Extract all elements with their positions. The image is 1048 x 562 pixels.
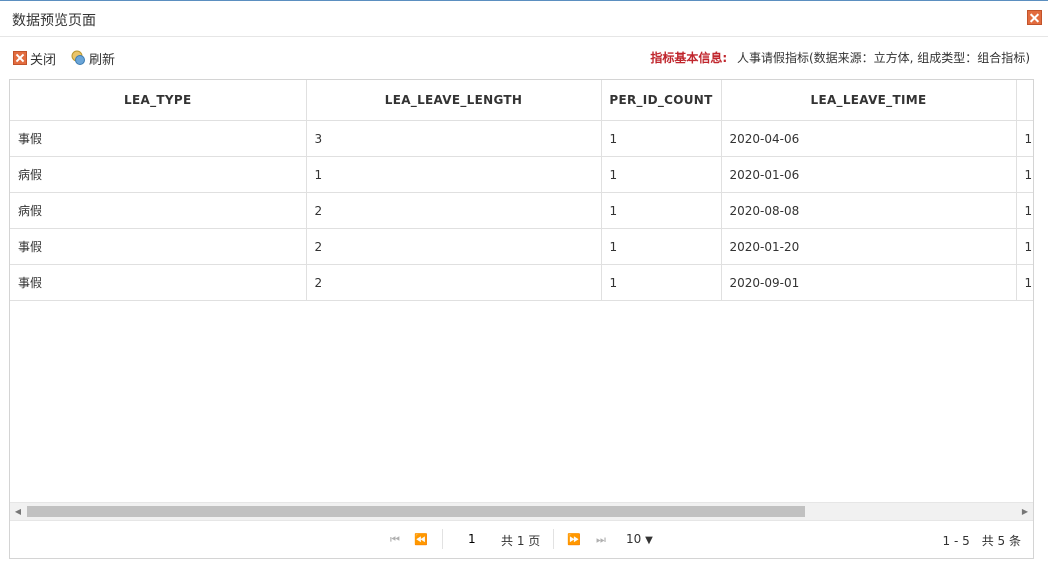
last-page-icon[interactable]: ⏭: [594, 534, 608, 546]
table-cell: 1: [601, 228, 722, 265]
total-pages: 共 1 页: [501, 534, 541, 548]
table-cell: 事假: [10, 264, 307, 301]
table-row[interactable]: 事假 2 1 2020-09-01 1(: [10, 264, 1033, 301]
column-header[interactable]: LEA_TYPE: [10, 80, 307, 121]
table-cell: 1: [601, 192, 722, 229]
table-cell: 1: [601, 120, 722, 157]
column-header[interactable]: LEA_LEAVE_TIME: [721, 80, 1017, 121]
page-size-select[interactable]: 10 ▼: [626, 532, 653, 546]
table-cell: 事假: [10, 228, 307, 265]
table-cell: 2020-08-08: [721, 192, 1017, 229]
data-table: LEA_TYPE LEA_LEAVE_LENGTH PER_ID_COUNT L…: [10, 80, 1033, 301]
table-row[interactable]: 病假 2 1 2020-08-08 1(: [10, 192, 1033, 229]
scroll-left-icon[interactable]: ◀: [13, 506, 23, 517]
table-cell: 1(: [1016, 120, 1033, 157]
window-close-icon[interactable]: [1027, 10, 1042, 25]
table-cell: 3: [306, 120, 602, 157]
table-cell: 2020-04-06: [721, 120, 1017, 157]
refresh-button[interactable]: 刷新: [70, 49, 116, 68]
header-row: LEA_TYPE LEA_LEAVE_LENGTH PER_ID_COUNT L…: [10, 80, 1033, 121]
table-cell: 1: [306, 156, 602, 193]
table-cell: 2020-01-20: [721, 228, 1017, 265]
refresh-button-label: 刷新: [89, 52, 116, 68]
window-titlebar: 数据预览页面: [0, 0, 1048, 37]
table-cell: 病假: [10, 192, 307, 229]
refresh-icon: [71, 50, 85, 65]
column-header[interactable]: PER_ID_COUNT: [601, 80, 722, 121]
scrollbar-thumb[interactable]: [27, 506, 805, 517]
pager-divider: [442, 529, 443, 549]
pagination-bar: ⏮ ⏪ 共 1 页 ⏩ ⏭ 10 ▼ 1 - 5 共 5 条: [10, 520, 1033, 558]
indicator-info: 指标基本信息: 人事请假指标(数据来源：立方体, 组成类型：组合指标): [650, 49, 1030, 66]
table-cell: 事假: [10, 120, 307, 157]
horizontal-scrollbar[interactable]: ◀ ▶: [10, 502, 1033, 520]
table-cell: 2020-01-06: [721, 156, 1017, 193]
table-cell: 2: [306, 192, 602, 229]
table-cell: 1(: [1016, 228, 1033, 265]
prev-page-icon[interactable]: ⏪: [414, 534, 428, 546]
close-button[interactable]: 关闭: [13, 49, 57, 68]
table-cell: 1: [601, 156, 722, 193]
table-row[interactable]: 事假 2 1 2020-01-20 1(: [10, 228, 1033, 265]
data-grid: LEA_TYPE LEA_LEAVE_LENGTH PER_ID_COUNT L…: [9, 79, 1034, 559]
table-row[interactable]: 病假 1 1 2020-01-06 1(: [10, 156, 1033, 193]
table-cell: 2: [306, 228, 602, 265]
table-cell: 1(: [1016, 156, 1033, 193]
column-header[interactable]: [1016, 80, 1033, 121]
close-icon: [13, 51, 27, 65]
table-row[interactable]: 事假 3 1 2020-04-06 1(: [10, 120, 1033, 157]
table-cell: 2020-09-01: [721, 264, 1017, 301]
table-cell: 1(: [1016, 264, 1033, 301]
pager-divider: [553, 529, 554, 549]
first-page-icon[interactable]: ⏮: [388, 534, 402, 546]
scroll-right-icon[interactable]: ▶: [1020, 506, 1030, 517]
column-header[interactable]: LEA_LEAVE_LENGTH: [306, 80, 602, 121]
table-cell: 1: [601, 264, 722, 301]
record-range: 1 - 5 共 5 条: [942, 534, 1022, 548]
page-size-value: 10: [626, 532, 642, 546]
next-page-icon[interactable]: ⏩: [567, 534, 581, 546]
table-cell: 1(: [1016, 192, 1033, 229]
indicator-info-value: 人事请假指标(数据来源：立方体, 组成类型：组合指标): [737, 51, 1030, 65]
chevron-down-icon: ▼: [645, 535, 653, 546]
table-cell: 病假: [10, 156, 307, 193]
page-number-input[interactable]: [456, 529, 502, 549]
close-button-label: 关闭: [30, 52, 57, 68]
window-title: 数据预览页面: [12, 13, 96, 29]
toolbar: 关闭 刷新 指标基本信息: 人事请假指标(数据来源：立方体, 组成类型：组合指标…: [0, 40, 1048, 76]
table-cell: 2: [306, 264, 602, 301]
indicator-info-label: 指标基本信息:: [650, 51, 728, 65]
